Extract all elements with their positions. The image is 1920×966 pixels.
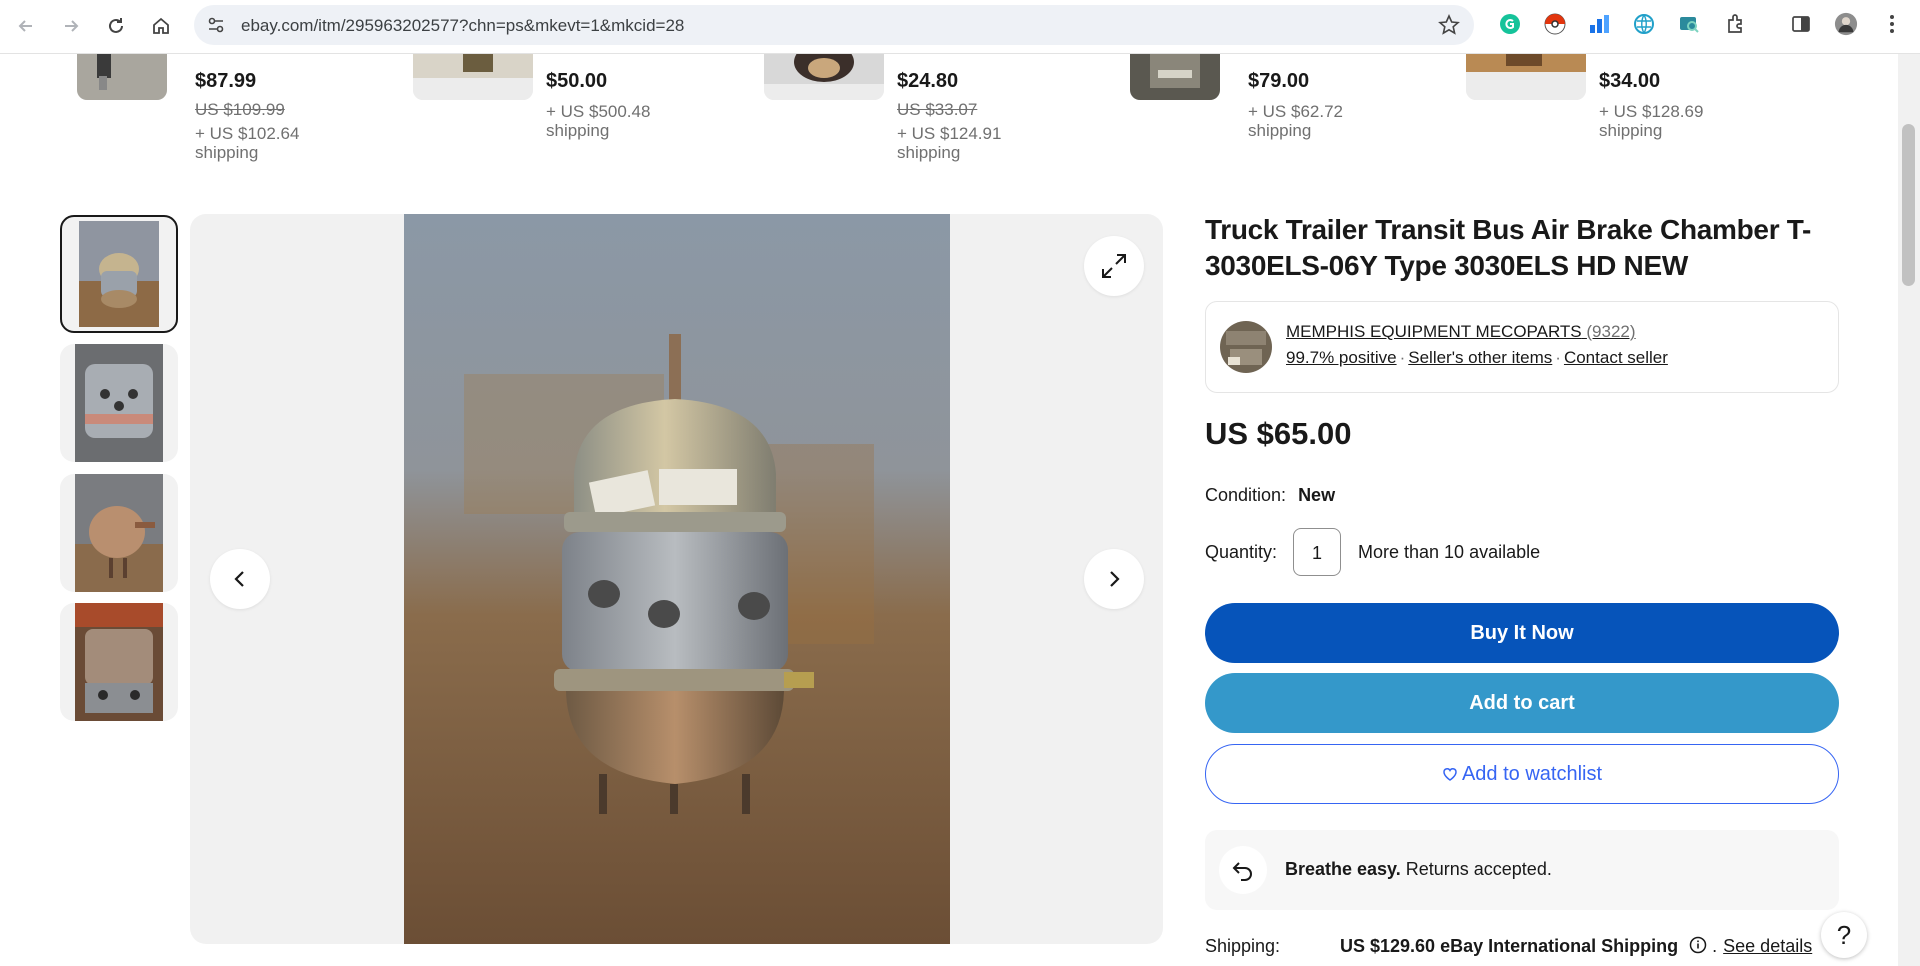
side-panel-icon[interactable]	[1789, 12, 1813, 36]
quantity-input[interactable]: 1	[1293, 528, 1341, 576]
buy-it-now-button[interactable]: Buy It Now	[1205, 603, 1839, 663]
search-extension-icon[interactable]	[1677, 12, 1701, 36]
previous-image-button[interactable]	[210, 549, 270, 609]
home-icon	[153, 17, 169, 34]
similar-item-image[interactable]	[764, 54, 884, 100]
bookmark-star-icon[interactable]	[1438, 14, 1460, 41]
similar-item-shipping: + US $124.91 shipping	[897, 124, 1002, 162]
add-to-watchlist-button[interactable]: Add to watchlist	[1205, 744, 1839, 804]
chevron-left-icon	[234, 571, 244, 587]
main-product-image-panel[interactable]	[190, 214, 1163, 944]
fullscreen-button[interactable]	[1084, 236, 1144, 296]
next-image-button[interactable]	[1084, 549, 1144, 609]
seller-name[interactable]: MEMPHIS EQUIPMENT MECOPARTS	[1286, 322, 1582, 341]
condition-label: Condition:	[1205, 485, 1287, 505]
separator-dot: ·	[1399, 348, 1406, 367]
network-extension-icon[interactable]	[1632, 12, 1656, 36]
period: .	[1712, 936, 1718, 956]
item-title: Truck Trailer Transit Bus Air Brake Cham…	[1205, 214, 1812, 281]
similar-item-shipping: + US $128.69 shipping	[1599, 102, 1704, 140]
grammarly-extension-icon[interactable]	[1498, 12, 1522, 36]
condition-value: New	[1298, 485, 1336, 505]
product-photo-brake-chamber	[404, 214, 950, 944]
thumbnail-3[interactable]	[60, 474, 178, 592]
returns-accepted: Returns accepted.	[1405, 859, 1552, 879]
return-arrow-icon	[1219, 846, 1267, 894]
see-details-link[interactable]: See details	[1723, 936, 1812, 956]
listing-page: $87.99 US $109.99 + US $102.64 shipping …	[0, 54, 1898, 966]
returns-banner: Breathe easy. Returns accepted.	[1205, 830, 1839, 910]
extensions-puzzle-icon[interactable]	[1724, 12, 1748, 36]
add-to-cart-button[interactable]: Add to cart	[1205, 673, 1839, 733]
availability-text: More than 10 available	[1358, 542, 1541, 562]
shipping-value: US $129.60 eBay International Shipping	[1340, 936, 1679, 956]
returns-bold: Breathe easy.	[1285, 859, 1401, 879]
similar-item-shipping: + US $62.72 shipping	[1248, 102, 1343, 140]
shipping-row: Shipping: US $129.60 eBay International S…	[1205, 936, 1812, 957]
site-info-icon[interactable]	[206, 15, 226, 40]
back-button[interactable]	[8, 8, 44, 44]
profile-avatar[interactable]	[1834, 12, 1858, 36]
similar-item-shipping: + US $102.64 shipping	[195, 124, 300, 162]
seller-card: MEMPHIS EQUIPMENT MECOPARTS (9322) 99.7%…	[1205, 301, 1839, 393]
arrow-left-icon	[18, 20, 32, 32]
page-scrollbar[interactable]	[1898, 54, 1920, 966]
quantity-label: Quantity:	[1205, 542, 1278, 562]
forward-button[interactable]	[53, 8, 89, 44]
arrow-right-icon	[65, 20, 79, 32]
seller-other-items-link[interactable]: Seller's other items	[1408, 348, 1552, 367]
similar-item-price[interactable]: $79.00	[1248, 70, 1309, 93]
shipping-label: Shipping:	[1205, 936, 1281, 956]
expand-icon	[1102, 254, 1126, 278]
item-price: US $65.00	[1205, 416, 1352, 451]
chevron-right-icon	[1110, 571, 1120, 587]
similar-item-price[interactable]: $87.99	[195, 70, 256, 93]
seller-links: 99.7% positive · Seller's other items · Cont…	[1286, 348, 1668, 368]
help-button[interactable]: ?	[1821, 912, 1867, 958]
condition-row: Condition: New	[1205, 485, 1335, 506]
scrollbar-thumb[interactable]	[1902, 124, 1915, 286]
pokeball-extension-icon[interactable]	[1543, 12, 1567, 36]
home-button[interactable]	[143, 8, 179, 44]
seller-feedback-count: (9322)	[1586, 322, 1636, 341]
dashboard-extension-icon[interactable]	[1587, 12, 1611, 36]
url-text[interactable]: ebay.com/itm/295963202577?chn=ps&mkevt=1…	[241, 16, 684, 36]
similar-item-original-price: US $109.99	[195, 100, 285, 119]
seller-name-link[interactable]: MEMPHIS EQUIPMENT MECOPARTS (9322)	[1286, 322, 1636, 342]
similar-item-image[interactable]	[1466, 54, 1586, 100]
info-icon[interactable]	[1689, 936, 1707, 954]
similar-item-shipping: + US $500.48 shipping	[546, 102, 651, 140]
browser-toolbar: ebay.com/itm/295963202577?chn=ps&mkevt=1…	[0, 0, 1920, 54]
heart-icon	[1443, 768, 1457, 781]
thumbnail-4[interactable]	[60, 603, 178, 721]
add-to-watchlist-label: Add to watchlist	[1461, 762, 1603, 785]
similar-item-price[interactable]: $34.00	[1599, 70, 1660, 93]
similar-item-price[interactable]: $24.80	[897, 70, 958, 93]
similar-item-price[interactable]: $50.00	[546, 70, 607, 93]
returns-text: Breathe easy. Returns accepted.	[1285, 859, 1552, 880]
browser-menu-icon[interactable]	[1880, 12, 1904, 36]
thumbnail-1[interactable]	[60, 215, 178, 333]
thumbnail-2[interactable]	[60, 344, 178, 462]
similar-item-original-price: US $33.07	[897, 100, 978, 119]
similar-item-image[interactable]	[1130, 54, 1220, 100]
similar-item-image[interactable]	[413, 54, 533, 100]
seller-positive-feedback-link[interactable]: 99.7% positive	[1286, 348, 1397, 367]
contact-seller-link[interactable]: Contact seller	[1564, 348, 1668, 367]
reload-button[interactable]	[98, 8, 134, 44]
similar-item-image[interactable]	[77, 54, 167, 100]
separator-dot: ·	[1555, 348, 1561, 367]
address-bar[interactable]: ebay.com/itm/295963202577?chn=ps&mkevt=1…	[194, 5, 1474, 45]
reload-icon	[109, 18, 123, 33]
seller-avatar[interactable]	[1220, 321, 1272, 373]
